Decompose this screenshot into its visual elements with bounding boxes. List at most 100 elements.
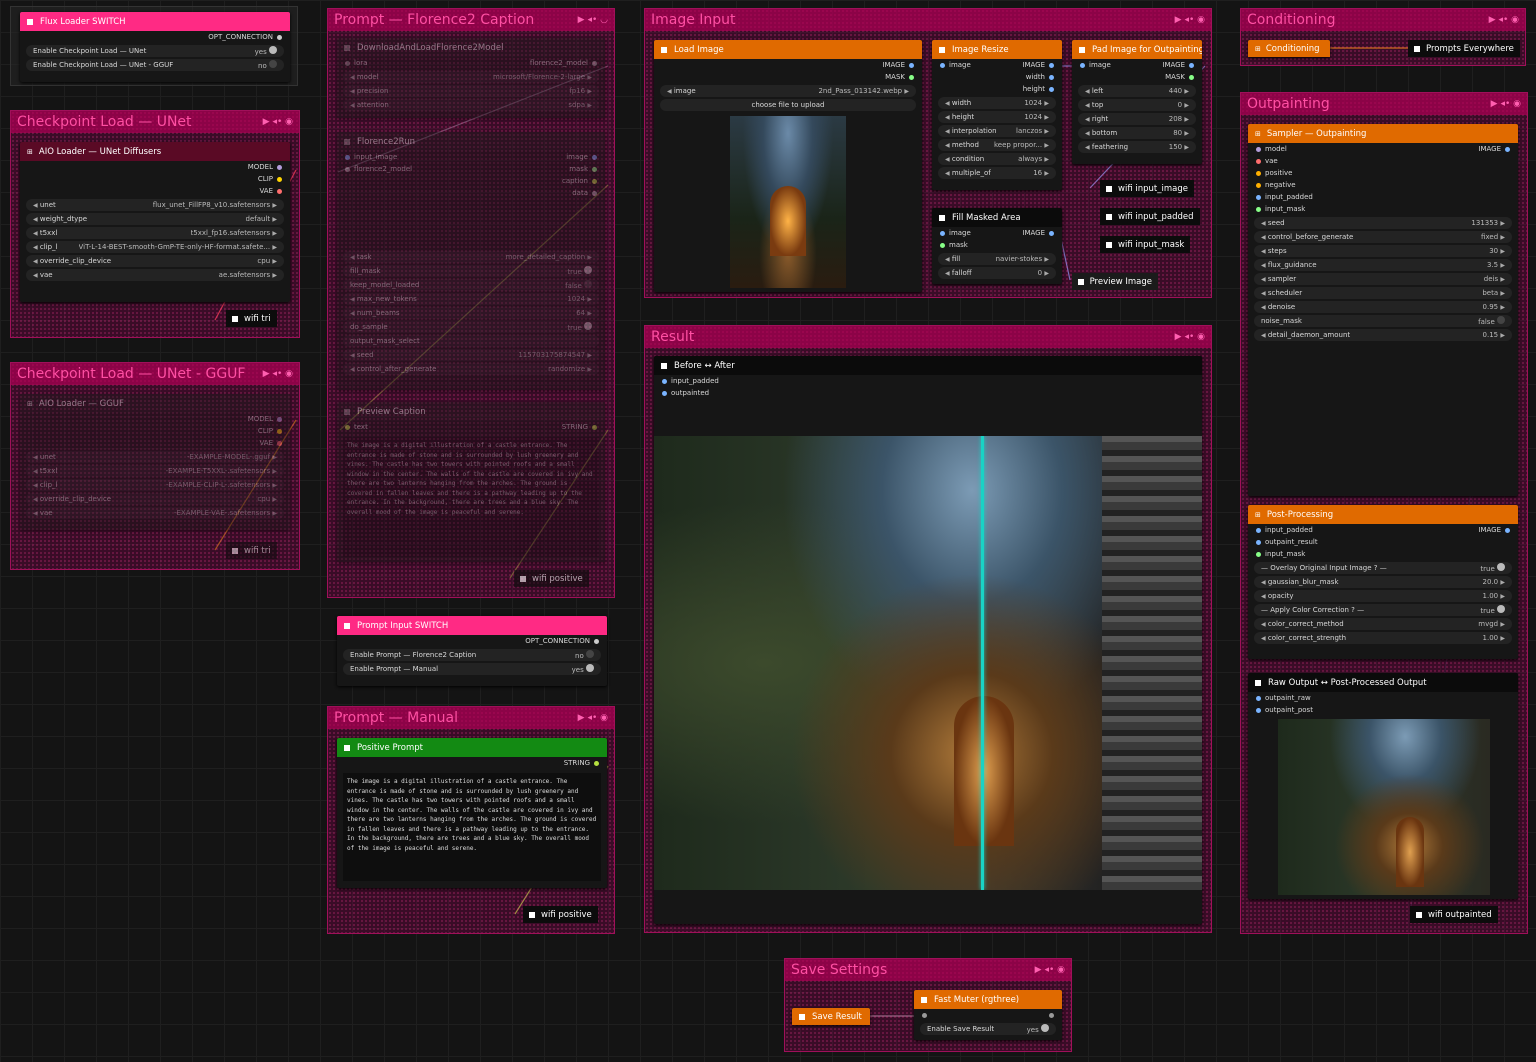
widget-color-correct-method[interactable]: ◀ color_correct_method mvgd ▶ <box>1254 618 1512 630</box>
prompt-input-switch-node[interactable]: Prompt Input SWITCH OPT_CONNECTION Enabl… <box>337 616 607 686</box>
input-socket[interactable] <box>345 424 350 430</box>
prompts-everywhere-node[interactable]: Prompts Everywhere <box>1408 40 1520 57</box>
wifi-input-padded-node[interactable]: wifi input_padded <box>1100 208 1200 225</box>
enable-save-result-toggle[interactable]: Enable Save Result yes <box>920 1023 1056 1035</box>
node-header[interactable]: Image Resize <box>932 40 1062 59</box>
output-socket[interactable] <box>277 428 282 434</box>
group-controls-icon[interactable]: ▶ ◂• ◉ <box>1489 15 1519 25</box>
widget-image-file[interactable]: ◀ image 2nd_Pass_013142.webp ▶ <box>660 85 916 97</box>
node-header[interactable]: Flux Loader SWITCH <box>20 12 290 31</box>
node-header[interactable]: Fill Masked Area <box>932 208 1062 227</box>
input-socket[interactable] <box>940 230 945 236</box>
widget-t5xxl[interactable]: ◀ t5xxl t5xxl_fp16.safetensors ▶ <box>26 227 284 239</box>
conditioning-node[interactable]: ⊞ Conditioning <box>1248 40 1330 57</box>
node-header[interactable]: Pad Image for Outpainting <box>1072 40 1202 59</box>
caption-textbox[interactable]: The image is a digital illustration of a… <box>343 437 599 557</box>
node-header[interactable]: Before ↔ After <box>654 356 1202 375</box>
output-socket[interactable] <box>1049 1012 1054 1018</box>
image-resize-node[interactable]: Image Resize image IMAGE width height ◀ w… <box>932 40 1062 190</box>
widget-vae[interactable]: ◀ vae ae.safetensors ▶ <box>26 269 284 281</box>
widget-noise-mask[interactable]: noise_mask false <box>1254 315 1512 327</box>
input-socket[interactable] <box>1256 206 1261 212</box>
node-header[interactable]: ⊞ AIO Loader — UNet Diffusers <box>20 142 290 161</box>
node-header[interactable]: Load Image <box>654 40 922 59</box>
widget-weight-dtype[interactable]: ◀ weight_dtype default ▶ <box>26 213 284 225</box>
widget-control-after-generate[interactable]: ◀ control_after_generate randomize ▶ <box>343 363 599 375</box>
node-header[interactable]: Positive Prompt <box>337 738 607 757</box>
output-socket[interactable] <box>592 60 597 66</box>
aio-loader-gguf-node[interactable]: ⊞ AIO Loader — GGUF MODEL CLIP VAE ◀ unet… <box>20 394 290 530</box>
fill-masked-node[interactable]: Fill Masked Area image IMAGE mask ◀ fill n… <box>932 208 1062 284</box>
output-socket[interactable] <box>277 34 282 40</box>
output-socket[interactable] <box>277 176 282 182</box>
input-socket[interactable] <box>345 166 350 172</box>
output-socket[interactable] <box>909 62 914 68</box>
node-header[interactable]: ⊞ Conditioning <box>1248 40 1330 57</box>
input-socket[interactable] <box>1256 194 1261 200</box>
group-controls-icon[interactable]: ▶ ◂• ◉ <box>1035 965 1065 975</box>
widget-do-sample[interactable]: do_sample true <box>343 321 599 333</box>
post-processing-node[interactable]: ⊞ Post-Processing input_padded IMAGE outpa… <box>1248 505 1518 659</box>
widget-falloff[interactable]: ◀ falloff 0 ▶ <box>938 267 1056 279</box>
node-header[interactable]: DownloadAndLoadFlorence2Model <box>337 38 605 57</box>
input-socket[interactable] <box>1256 170 1261 176</box>
widget-gaussian-blur-mask[interactable]: ◀ gaussian_blur_mask 20.0 ▶ <box>1254 576 1512 588</box>
preview-image-node[interactable]: Preview Image <box>1072 273 1158 290</box>
wifi-tri-node[interactable]: wifi tri <box>226 310 277 327</box>
widget-unet[interactable]: ◀ unet flux_unet_FillFP8_v10.safetensors … <box>26 199 284 211</box>
florence-run-node[interactable]: Florence2Run input_image image florence2_… <box>337 132 605 390</box>
widget-right[interactable]: ◀ right 208 ▶ <box>1078 113 1196 125</box>
group-controls-icon[interactable]: ▶ ◂• ◉ <box>1491 99 1521 109</box>
preview-caption-node[interactable]: Preview Caption text STRING The image is … <box>337 402 605 562</box>
wifi-input-mask-node[interactable]: wifi input_mask <box>1100 236 1191 253</box>
input-socket[interactable] <box>662 378 667 384</box>
group-header[interactable]: Prompt — Florence2 Caption ▶ ◂• ◡ <box>328 9 614 31</box>
node-header[interactable]: ⊞ AIO Loader — GGUF <box>20 394 290 413</box>
output-socket[interactable] <box>1505 527 1510 533</box>
widget-unet[interactable]: ◀ unet -EXAMPLE-MODEL-.gguf ▶ <box>26 451 284 463</box>
widget-keep-model-loaded[interactable]: keep_model_loaded false <box>343 279 599 291</box>
input-socket[interactable] <box>1256 695 1261 701</box>
output-socket[interactable] <box>1049 74 1054 80</box>
widget-feathering[interactable]: ◀ feathering 150 ▶ <box>1078 141 1196 153</box>
load-image-node[interactable]: Load Image IMAGE MASK ◀ image 2nd_Pass_01… <box>654 40 922 292</box>
group-header[interactable]: Checkpoint Load — UNet ▶ ◂• ◉ <box>11 111 299 133</box>
widget-height[interactable]: ◀ height 1024 ▶ <box>938 111 1056 123</box>
widget-seed[interactable]: ◀ seed 131353 ▶ <box>1254 217 1512 229</box>
widget-denoise[interactable]: ◀ denoise 0.95 ▶ <box>1254 301 1512 313</box>
wifi-positive-manual[interactable]: wifi positive <box>523 906 598 923</box>
positive-prompt-node[interactable]: Positive Prompt STRING The image is a di… <box>337 738 607 888</box>
group-controls-icon[interactable]: ▶ ◂• ◉ <box>263 369 293 379</box>
output-socket[interactable] <box>277 164 282 170</box>
widget-opacity[interactable]: ◀ opacity 1.00 ▶ <box>1254 590 1512 602</box>
widget-precision[interactable]: ◀ precision fp16 ▶ <box>343 85 599 97</box>
input-socket[interactable] <box>940 242 945 248</box>
widget-model[interactable]: ◀ model microsoft/Florence-2-large ▶ <box>343 71 599 83</box>
output-socket[interactable] <box>592 190 597 196</box>
prompt-textarea[interactable]: The image is a digital illustration of a… <box>343 773 601 881</box>
node-header[interactable]: ⊞ Sampler — Outpainting <box>1248 124 1518 143</box>
input-socket[interactable] <box>1256 707 1261 713</box>
widget-max-new-tokens[interactable]: ◀ max_new_tokens 1024 ▶ <box>343 293 599 305</box>
switch-row-florence[interactable]: Enable Prompt — Florence2 Caption no <box>343 649 601 661</box>
florence-load-node[interactable]: DownloadAndLoadFlorence2Model lora floren… <box>337 38 605 118</box>
comparison-image[interactable] <box>654 436 1202 890</box>
flux-loader-switch-node[interactable]: Flux Loader SWITCH OPT_CONNECTION Enable… <box>20 12 290 82</box>
group-controls-icon[interactable]: ▶ ◂• ◡ <box>578 15 608 25</box>
widget-bottom[interactable]: ◀ bottom 80 ▶ <box>1078 127 1196 139</box>
before-after-node[interactable]: Before ↔ After input_padded outpainted <box>654 356 1202 924</box>
widget-num-beams[interactable]: ◀ num_beams 64 ▶ <box>343 307 599 319</box>
group-controls-icon[interactable]: ▶ ◂• ◉ <box>1175 15 1205 25</box>
widget-sampler[interactable]: ◀ sampler deis ▶ <box>1254 273 1512 285</box>
output-socket[interactable] <box>277 188 282 194</box>
output-socket[interactable] <box>592 154 597 160</box>
fast-muter-node[interactable]: Fast Muter (rgthree) Enable Save Result y… <box>914 990 1062 1040</box>
widget-seed[interactable]: ◀ seed 115703175874547 ▶ <box>343 349 599 361</box>
save-result-node[interactable]: Save Result <box>792 1008 870 1025</box>
group-header[interactable]: Prompt — Manual ▶ ◂• ◉ <box>328 707 614 729</box>
output-image-preview[interactable] <box>1278 719 1490 895</box>
wifi-positive-florence[interactable]: wifi positive <box>514 570 589 587</box>
widget-overlay-original[interactable]: — Overlay Original Input Image ? — true <box>1254 562 1512 574</box>
output-socket[interactable] <box>592 424 597 430</box>
wifi-outpainted-node[interactable]: wifi outpainted <box>1410 906 1498 923</box>
